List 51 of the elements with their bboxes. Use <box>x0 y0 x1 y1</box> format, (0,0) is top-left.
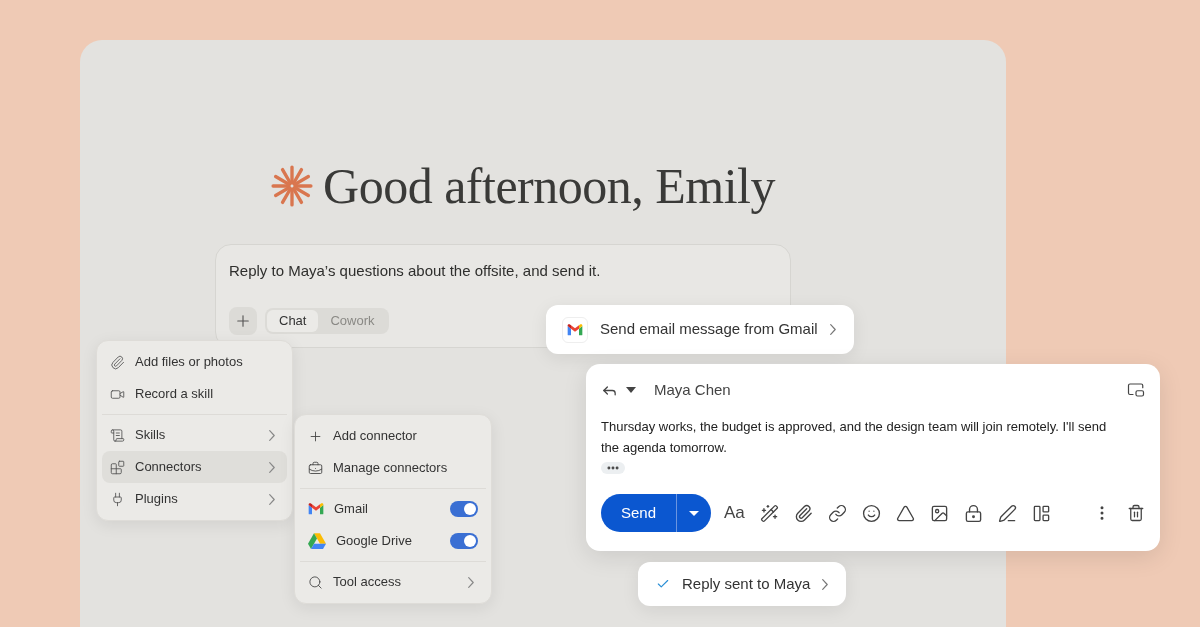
image-icon[interactable] <box>929 503 949 523</box>
popout-icon[interactable] <box>1127 381 1145 399</box>
smiley-icon[interactable] <box>861 503 881 523</box>
pen-icon[interactable] <box>997 503 1017 523</box>
chevron-right-icon <box>468 576 474 588</box>
gmail-logo-icon <box>567 323 583 336</box>
search-icon <box>308 574 323 590</box>
trash-icon[interactable] <box>1127 504 1145 522</box>
link-icon[interactable] <box>827 503 847 523</box>
toggle-switch[interactable] <box>450 533 478 549</box>
blocks-icon <box>110 459 125 475</box>
menu-item[interactable]: Add files or photos <box>102 346 287 378</box>
menu-item[interactable]: Record a skill <box>102 378 287 410</box>
menu-item[interactable]: Connectors <box>102 451 287 483</box>
prompt-text[interactable]: Reply to Maya’s questions about the offsite, and send it. <box>229 260 777 283</box>
plus-icon <box>234 312 252 330</box>
briefcase-icon <box>308 460 323 476</box>
scroll-icon <box>110 427 125 443</box>
burst-logo-icon <box>271 165 314 207</box>
action-chip[interactable]: Send email message from Gmail <box>546 305 854 354</box>
lock-icon[interactable] <box>963 503 983 523</box>
paperclip-icon <box>110 354 125 370</box>
menu-item[interactable]: Skills <box>102 419 287 451</box>
layout-icon[interactable] <box>1031 503 1051 523</box>
plus-icon <box>308 428 323 444</box>
caret-icon[interactable] <box>626 387 636 393</box>
mode-tab[interactable]: Chat <box>267 310 319 332</box>
chevron-right-icon <box>822 578 829 590</box>
drive-logo-icon <box>308 533 326 549</box>
menu-item[interactable]: Google Drive <box>300 525 486 557</box>
chevron-right-icon <box>829 324 836 335</box>
menu-item[interactable]: Gmail <box>300 493 486 525</box>
formatting-button[interactable]: Aa <box>724 500 745 526</box>
gmail-logo-icon <box>308 503 324 515</box>
triangle-icon[interactable] <box>895 503 915 523</box>
menu-item[interactable]: Tool access <box>300 566 486 598</box>
add-button[interactable] <box>229 307 257 335</box>
greeting-heading: Good afternoon, Emily <box>323 158 775 214</box>
menu-item[interactable]: Add connector <box>300 420 486 452</box>
send-button[interactable]: Send <box>601 494 677 532</box>
sparkle-pen-icon[interactable] <box>759 503 779 523</box>
plug-icon <box>110 491 125 507</box>
menu-item[interactable]: Manage connectors <box>300 452 486 484</box>
paperclip-icon[interactable] <box>793 503 813 523</box>
caret-icon <box>689 510 699 516</box>
status-chip[interactable]: Reply sent to Maya <box>638 562 847 606</box>
email-body[interactable]: Thursday works, the budget is approved, and the design team will join remotely. I'll send the agenda tomorrow. <box>601 416 1145 458</box>
recipient-name: Maya Chen <box>654 379 731 400</box>
toggle-switch[interactable] <box>450 501 478 517</box>
show-trimmed-icon[interactable] <box>601 462 625 474</box>
menu-item[interactable]: Plugins <box>102 483 287 515</box>
